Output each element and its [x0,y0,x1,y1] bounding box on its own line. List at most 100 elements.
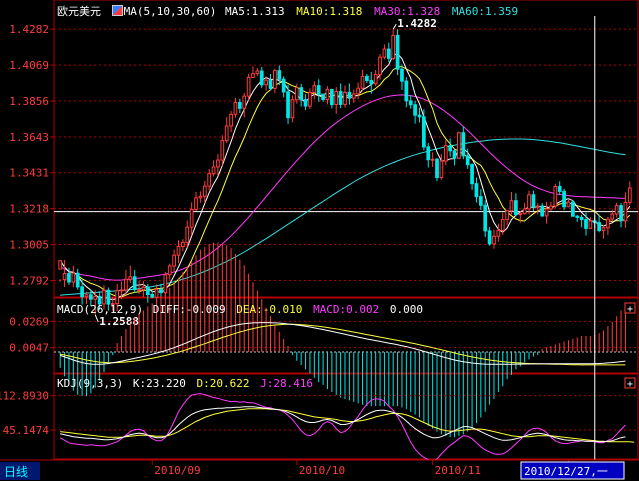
kdj-j-line [59,393,626,462]
candle-body [329,88,334,106]
chart-workspace[interactable]: 1.4282 1.4069 1.3856 1.3643 1.3431 1.3218 1.30… [0,0,639,481]
candle-body [233,102,238,115]
candle-body [89,294,93,300]
candle-body [351,93,356,99]
candle-body [259,70,264,86]
candle-body [347,91,352,99]
macd-diff-value: DIFF:-0.009 [152,303,226,316]
candle-body [303,99,308,107]
candle-body [194,197,198,210]
main-grid [50,28,638,281]
candle-body [172,254,176,267]
candle-body [181,241,185,248]
candle-body [562,190,566,208]
candle-body [62,273,67,281]
candle-body [299,87,304,101]
candle-body [443,145,448,162]
candle-body [294,87,299,101]
ma30-line [59,94,626,281]
candle-body [308,91,312,107]
candle-body [286,91,290,119]
candle-body [67,273,71,283]
kdj-series [59,393,635,462]
candle-body [150,293,155,298]
candle-body [141,286,146,291]
candle-body [408,100,413,106]
candle-body [566,201,571,208]
macd-extra-value: 0.000 [389,303,424,316]
candle-body [623,201,628,222]
candle-body [273,70,277,89]
time-label: 2010/10 [299,464,345,477]
candle-body [404,80,409,102]
price-y-label: 1.3218 [9,203,49,216]
kdj-d-line [60,408,635,443]
candle-body [601,227,606,232]
kdj-k-value: K:23.220 [132,377,186,390]
candle-body [579,216,584,221]
extreme-price-label: 1.4282 [397,17,437,30]
candle-body [474,183,479,198]
kdj-y-label: 45.1474 [3,424,50,437]
candle-body [575,215,580,218]
candle-body [343,91,347,105]
candle-body [281,78,286,93]
candle-body [391,34,396,59]
candle-body [277,70,282,80]
candle-body [487,230,492,245]
candle-body [461,132,466,157]
macd-y-label: 0.0047 [9,342,49,355]
ma10-value: MA10:1.318 [296,5,363,18]
macd-panel-header: MACD(26,12,9) DIFF:-0.009 DEA:-0.010 MAC… [57,303,423,316]
candle-body [614,205,619,215]
candle-body [365,75,369,81]
candle-body [417,114,422,118]
candle-body [237,102,242,109]
candle-body [386,48,391,59]
candle-body [242,95,247,109]
ma30-value: MA30:1.328 [374,5,441,18]
price-y-label: 1.4282 [9,23,49,36]
candle-body [93,295,98,300]
candle-body [102,289,106,305]
main-panel-frame [53,0,639,298]
macd-macd-value: MACD:0.002 [313,303,380,316]
candle-body [505,210,509,220]
candle-body [207,173,212,187]
period-label[interactable]: 日线 [4,465,28,479]
price-y-label: 1.3643 [9,131,49,144]
candle-body [338,91,343,105]
ma60-value: MA60:1.359 [451,5,519,18]
candle-body [514,200,518,216]
kdj-expand-glyph: + [627,379,633,390]
candle-body [325,88,330,100]
macd-y-label: 0.0269 [9,315,49,328]
candle-body [163,274,168,294]
candle-body [382,48,387,58]
candle-body [312,85,317,93]
indicator-switch-icon[interactable] [111,5,123,16]
candle-body [400,68,404,82]
candle-body [154,288,159,298]
candle-body [119,289,124,292]
candle-body [216,159,220,168]
candle-body [496,229,501,237]
ma-indicator-name[interactable]: MA(5,10,30,60) [124,5,217,18]
kdj-y-label: 112.8930 [0,390,49,403]
candle-body [597,222,601,232]
main-panel-header: 欧元美元 MA(5,10,30,60) MA5:1.313 MA10:1.318… [57,3,518,19]
dea-line [60,323,626,366]
candle-body [229,113,233,127]
macd-indicator-name[interactable]: MACD(26,12,9) [57,303,143,316]
candle-body [373,74,378,85]
kdj-indicator-name[interactable]: KDJ(9,3,3) [57,377,123,390]
price-y-label: 1.3431 [9,167,49,180]
candle-body [439,160,444,179]
candle-body [189,208,194,228]
price-y-label: 1.4069 [9,59,49,72]
kdj-k-line [60,406,626,443]
candle-body [224,125,229,142]
candle-body [80,286,84,298]
candle-body [167,265,172,276]
candle-body [356,87,361,95]
